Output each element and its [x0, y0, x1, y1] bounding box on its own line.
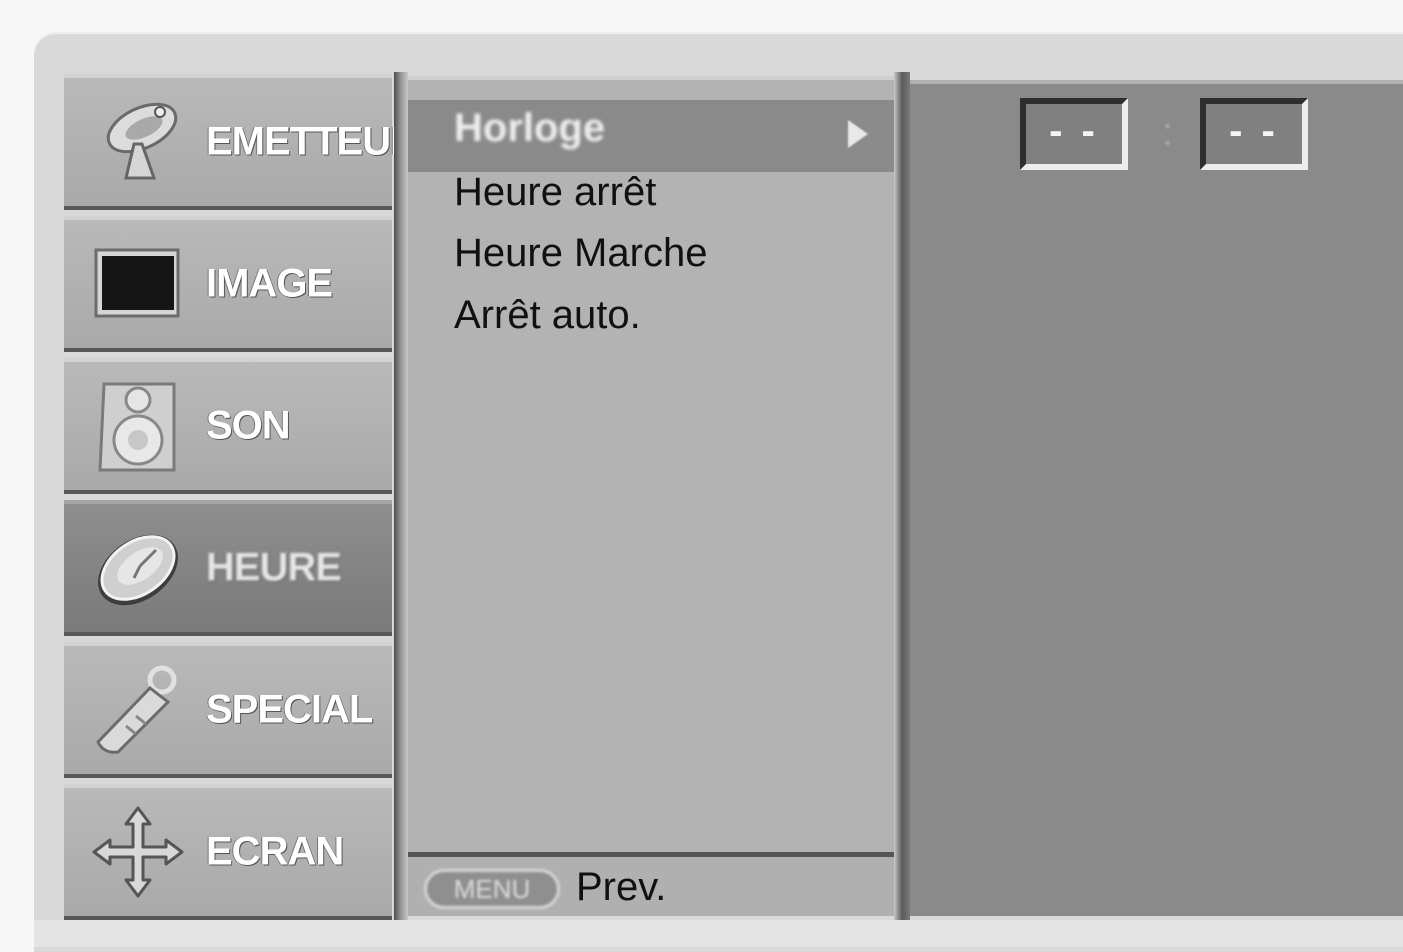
- submenu-arrow-icon: [848, 120, 868, 148]
- hours-field[interactable]: - -: [1020, 98, 1128, 170]
- tv-screen-icon: [90, 236, 186, 332]
- submenu-item-arret-auto[interactable]: Arrêt auto.: [454, 293, 641, 338]
- category-heure[interactable]: HEURE: [64, 500, 392, 636]
- speaker-icon: [90, 378, 186, 474]
- submenu-footer: MENU Prev.: [408, 852, 894, 916]
- panel-divider: [394, 72, 408, 920]
- submenu-item-horloge[interactable]: Horloge: [454, 106, 605, 151]
- category-image[interactable]: IMAGE: [64, 216, 392, 352]
- category-emetteur[interactable]: EMETTEUR: [64, 74, 419, 210]
- clock-icon: [90, 520, 186, 616]
- category-label: SON: [206, 403, 291, 448]
- category-special[interactable]: SPECIAL: [64, 642, 392, 778]
- osd-bottom-edge: [34, 920, 1403, 947]
- category-label: IMAGE: [206, 261, 333, 306]
- category-label: ECRAN: [206, 829, 344, 874]
- category-sidebar: EMETTEUR IMAGE SON HEURE SPECIAL ECRAN: [64, 74, 419, 920]
- prev-label: Prev.: [576, 865, 667, 909]
- category-label: EMETTEUR: [206, 119, 419, 164]
- submenu-item-heure-marche[interactable]: Heure Marche: [454, 231, 707, 276]
- clock-value-panel: - - : - -: [910, 80, 1403, 916]
- minutes-field[interactable]: - -: [1200, 98, 1308, 170]
- panel-divider: [894, 72, 910, 920]
- submenu-item-heure-arret[interactable]: Heure arrêt: [454, 170, 656, 215]
- category-label: HEURE: [206, 545, 342, 590]
- category-ecran[interactable]: ECRAN: [64, 784, 392, 920]
- menu-button[interactable]: MENU: [424, 869, 560, 909]
- time-separator: :: [1162, 110, 1174, 154]
- remote-key-icon: [90, 662, 186, 758]
- move-arrows-icon: [90, 804, 186, 900]
- category-label: SPECIAL: [206, 687, 373, 732]
- submenu-panel: Horloge Heure arrêt Heure Marche Arrêt a…: [408, 76, 894, 916]
- category-son[interactable]: SON: [64, 358, 392, 494]
- satellite-dish-icon: [90, 94, 186, 190]
